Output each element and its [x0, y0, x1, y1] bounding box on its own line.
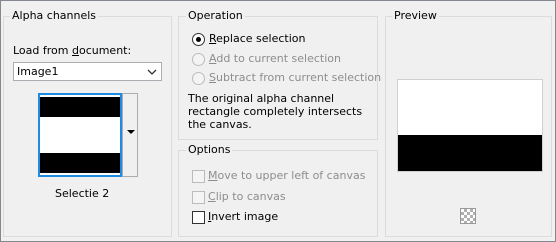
options-title: Options [186, 143, 233, 157]
radio-selected-dot [196, 37, 201, 42]
load-from-document-label: Load from document: [13, 44, 132, 57]
checkerboard-icon[interactable] [460, 208, 476, 224]
triangle-down-icon [127, 130, 135, 134]
preview-black-band [398, 135, 542, 171]
subtract-from-selection-label[interactable]: Subtract from current selection [209, 71, 381, 85]
alpha-channels-title: Alpha channels [10, 9, 99, 23]
preview-title: Preview [392, 9, 439, 23]
replace-selection-label[interactable]: Replace selection [209, 32, 305, 46]
channel-menu-button[interactable] [122, 93, 138, 177]
clip-to-canvas-checkbox[interactable] [192, 191, 205, 204]
clip-to-canvas-label[interactable]: Clip to canvas [208, 190, 286, 204]
move-to-upper-left-checkbox[interactable] [192, 170, 205, 183]
document-dropdown-value: Image1 [17, 65, 59, 78]
invert-image-label[interactable]: Invert image [208, 210, 278, 224]
replace-selection-radio[interactable] [192, 33, 205, 46]
channel-thumbnail[interactable] [38, 93, 122, 177]
move-to-upper-left-label[interactable]: Move to upper left of canvas [208, 169, 365, 183]
preview-image [397, 79, 543, 172]
add-to-selection-radio[interactable] [192, 53, 205, 66]
thumbnail-bottom-band [40, 153, 120, 173]
document-dropdown[interactable]: Image1 [13, 62, 162, 81]
operation-description: The original alpha channel rectangle com… [188, 92, 363, 131]
invert-image-checkbox[interactable] [192, 211, 205, 224]
subtract-from-selection-radio[interactable] [192, 72, 205, 85]
thumbnail-top-band [40, 97, 120, 117]
add-to-selection-label[interactable]: Add to current selection [209, 52, 341, 66]
channel-name: Selectie 2 [55, 187, 110, 200]
operation-title: Operation [186, 9, 245, 23]
chevron-down-icon [147, 69, 157, 75]
